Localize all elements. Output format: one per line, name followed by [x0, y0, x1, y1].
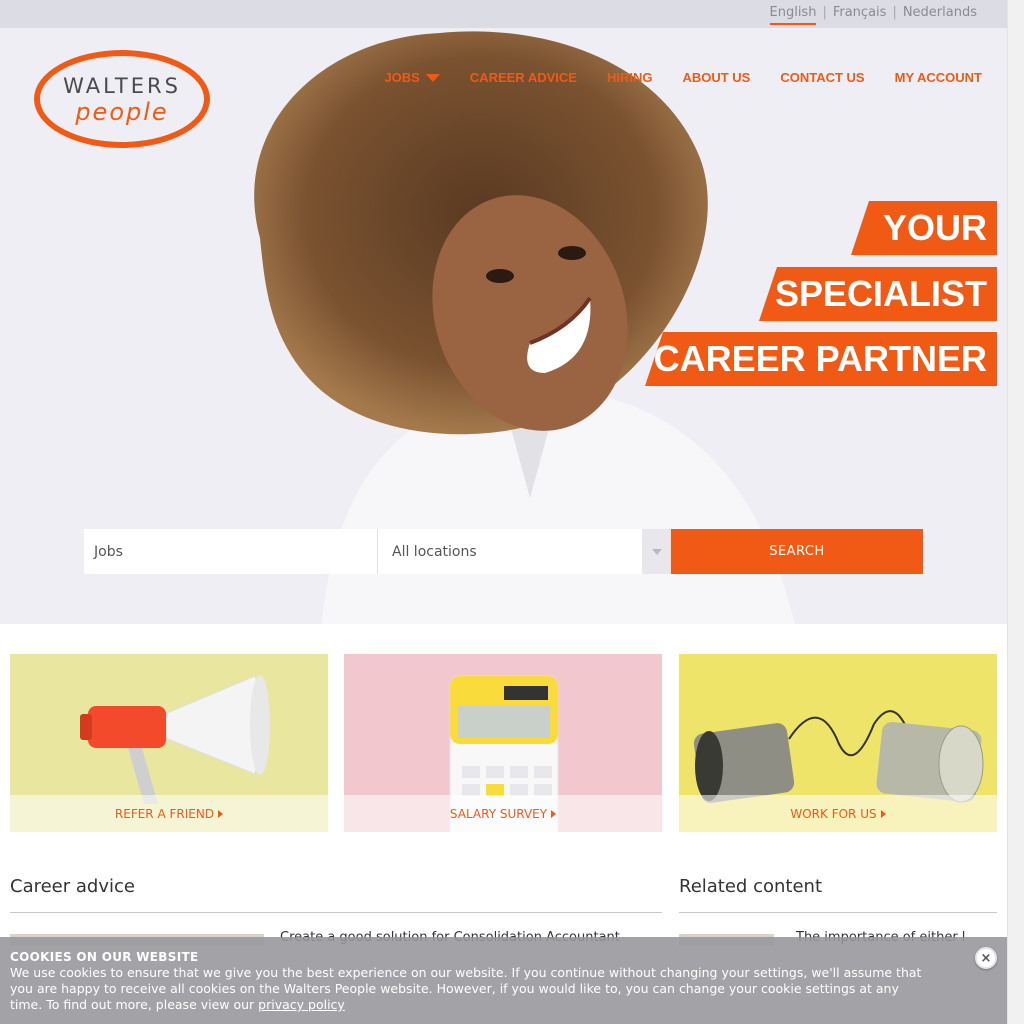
related-content-heading: Related content [679, 876, 822, 897]
nav-about-us[interactable]: ABOUT US [682, 70, 750, 85]
card-refer-a-friend[interactable]: REFER A FRIEND [10, 654, 328, 832]
hero-tagline-specialist: SPECIALIST [759, 267, 997, 321]
card-label-text: REFER A FRIEND [114, 806, 215, 821]
logo-text-walters: WALTERS [63, 74, 181, 98]
chevron-down-icon [425, 73, 440, 82]
nav-contact-us[interactable]: CONTACT US [780, 70, 864, 85]
card-label-text: SALARY SURVEY [449, 806, 548, 821]
cookie-message-text: We use cookies to ensure that we give yo… [10, 965, 922, 1012]
chevron-down-icon [651, 548, 662, 555]
lang-separator: | [822, 5, 827, 20]
related-content-divider [679, 912, 997, 913]
privacy-policy-link[interactable]: privacy policy [258, 997, 345, 1012]
arrow-right-icon [880, 809, 886, 818]
lang-nederlands[interactable]: Nederlands [903, 5, 977, 25]
card-label: SALARY SURVEY [344, 795, 662, 832]
close-icon[interactable]: × [975, 947, 997, 969]
card-work-for-us[interactable]: WORK FOR US [679, 654, 997, 832]
nav-career-advice[interactable]: CAREER ADVICE [470, 70, 577, 85]
nav-my-account[interactable]: MY ACCOUNT [895, 70, 982, 85]
arrow-right-icon [218, 809, 224, 818]
location-select[interactable]: All locations [377, 529, 642, 574]
location-dropdown-toggle[interactable] [642, 529, 671, 574]
hero-tagline-your: YOUR [851, 201, 997, 255]
arrow-right-icon [551, 809, 557, 818]
jobs-search-input[interactable]: Jobs [84, 529, 377, 574]
card-label: WORK FOR US [679, 795, 997, 832]
lang-separator: | [892, 5, 897, 20]
career-advice-heading: Career advice [10, 876, 135, 897]
cookie-title: COOKIES ON OUR WEBSITE [10, 950, 199, 964]
cookie-message: We use cookies to ensure that we give yo… [10, 965, 930, 1013]
scrollbar[interactable] [1007, 0, 1024, 1024]
nav-hiring[interactable]: HIRING [607, 70, 653, 85]
nav-jobs-label: JOBS [384, 70, 420, 85]
career-advice-divider [10, 912, 662, 913]
lang-english[interactable]: English [769, 5, 817, 25]
nav-jobs[interactable]: JOBS [384, 70, 440, 85]
search-button[interactable]: SEARCH [671, 529, 923, 574]
hero-tagline-career-partner: CAREER PARTNER [645, 332, 997, 386]
language-switcher: English | Français | Nederlands [769, 5, 977, 25]
job-search-form: Jobs All locations SEARCH [84, 529, 923, 574]
card-label-text: WORK FOR US [790, 806, 877, 821]
main-nav: JOBS CAREER ADVICE HIRING ABOUT US CONTA… [384, 70, 982, 85]
promo-cards: REFER A FRIEND SALARY SURVEY WORK FOR US [10, 654, 997, 832]
lang-francais[interactable]: Français [833, 5, 887, 25]
walters-people-logo[interactable]: WALTERS people [34, 50, 212, 150]
card-label: REFER A FRIEND [10, 795, 328, 832]
card-salary-survey[interactable]: SALARY SURVEY [344, 654, 662, 832]
logo-text-people: people [75, 98, 169, 126]
hero-banner: WALTERS people JOBS CAREER ADVICE HIRING… [0, 28, 1007, 624]
cookie-banner: COOKIES ON OUR WEBSITE We use cookies to… [0, 937, 1007, 1024]
language-bar: English | Français | Nederlands [0, 0, 1007, 28]
